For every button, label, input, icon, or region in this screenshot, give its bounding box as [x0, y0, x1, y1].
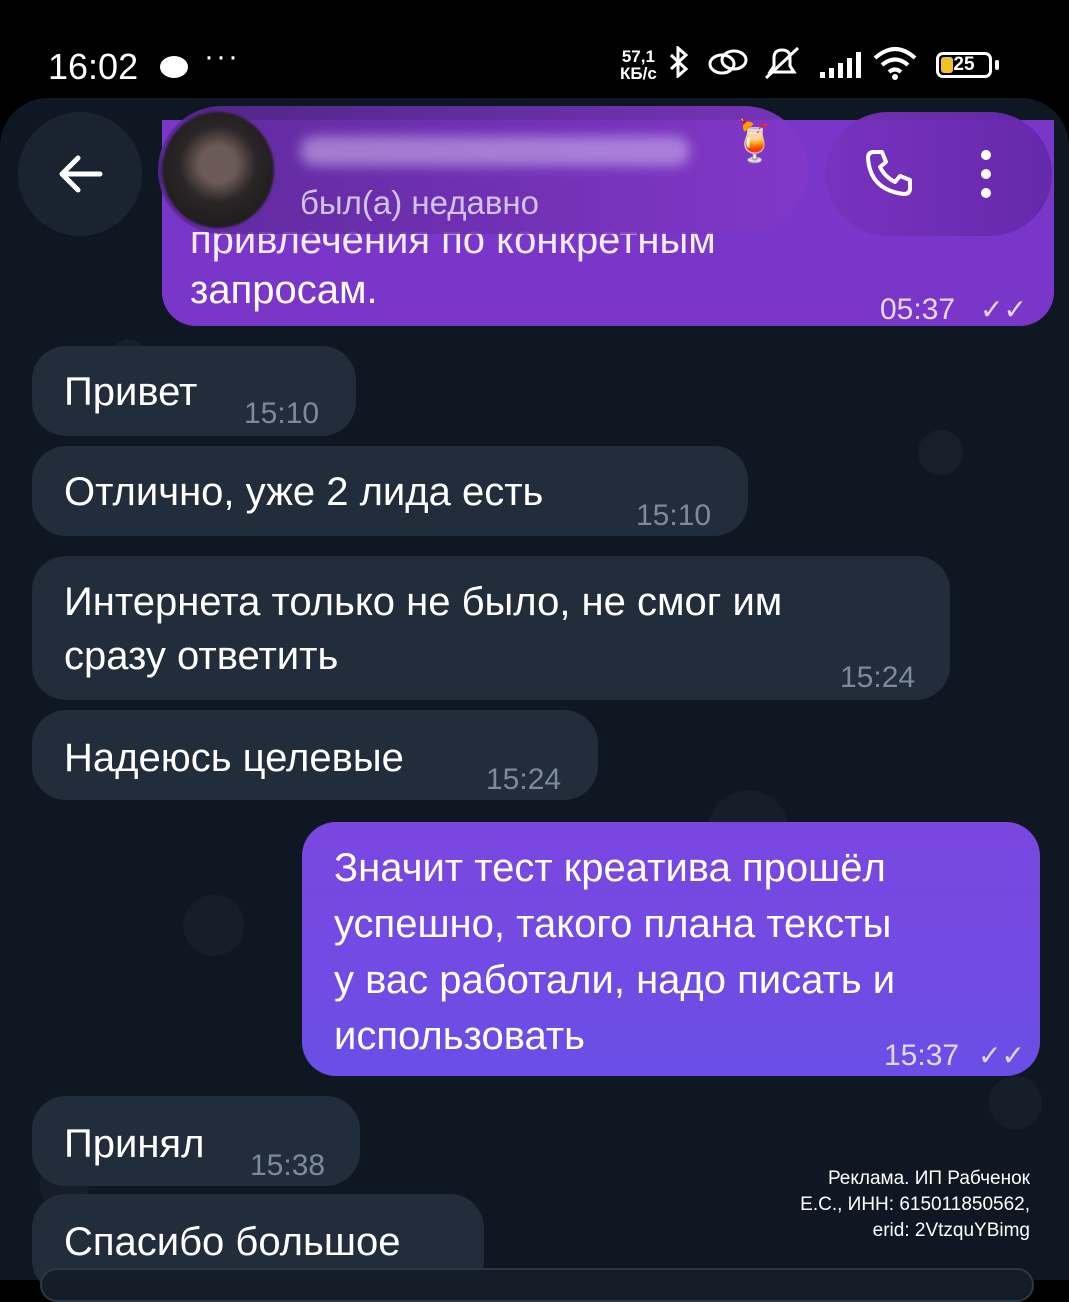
back-arrow-icon	[59, 155, 103, 193]
vertical-dots-icon	[981, 150, 991, 198]
network-speed-value: 57,1	[621, 47, 655, 66]
last-seen-status: был(а) недавно	[300, 184, 539, 221]
network-speed: 57,1 КБ/с	[620, 48, 657, 82]
more-notifications-icon: ···	[204, 40, 240, 73]
telegram-chat-screen: 16:02 ··· 57,1 КБ/с 25 привлечения по ко…	[0, 0, 1069, 1302]
message-text: Надеюсь целевые	[64, 736, 404, 780]
message-text: Принял	[64, 1122, 205, 1166]
message-text-line: Значит тест креатива прошёл	[334, 846, 886, 890]
avatar[interactable]	[162, 112, 274, 228]
chat-notification-icon	[160, 56, 188, 78]
message-text: Отлично, уже 2 лида есть	[64, 470, 544, 514]
message-bubble-outgoing[interactable]: Значит тест креатива прошёл успешно, так…	[302, 822, 1040, 1076]
header-actions	[826, 112, 1052, 236]
ad-disclaimer-line: Реклама. ИП Рабченок	[827, 1168, 1030, 1189]
message-bubble-incoming[interactable]: Надеюсь целевые 15:24	[32, 710, 598, 800]
call-button[interactable]	[862, 146, 916, 205]
battery-tip	[995, 60, 999, 70]
ad-disclaimer-line: erid: 2VtzquYBimg	[872, 1220, 1030, 1241]
message-time: 15:24	[840, 661, 916, 694]
battery-percent: 25	[953, 54, 975, 75]
battery-level	[941, 57, 953, 73]
message-text-line: Интернета только не было, не смог им	[64, 580, 783, 624]
read-check-icon: ✓✓	[978, 1040, 1025, 1071]
message-input-edge[interactable]	[40, 1268, 1034, 1302]
bluetooth-icon	[668, 44, 690, 86]
ad-disclaimer: Реклама. ИП Рабченок Е.С., ИНН: 61501185…	[780, 1166, 1030, 1244]
signal-strength-icon	[820, 52, 861, 78]
phone-icon	[866, 150, 912, 196]
message-time: 15:10	[244, 397, 320, 430]
message-text: запросам.	[190, 268, 378, 312]
read-check-icon: ✓✓	[980, 294, 1027, 325]
more-options-button[interactable]	[976, 146, 996, 207]
status-bar: 16:02 ··· 57,1 КБ/с 25	[0, 0, 1069, 98]
wifi-icon	[872, 46, 918, 88]
message-text-line: у вас работали, надо писать и	[334, 958, 896, 1002]
cocktail-emoji-icon: 🍹	[730, 120, 780, 164]
battery-icon: 25	[936, 52, 992, 78]
status-time: 16:02	[48, 46, 139, 87]
message-time: 05:37	[880, 293, 956, 326]
message-text: Спасибо большое	[64, 1220, 401, 1264]
silent-bell-icon	[762, 46, 802, 88]
message-text: Привет	[64, 370, 198, 414]
message-time: 15:10	[636, 499, 712, 532]
message-bubble-incoming[interactable]: Привет 15:10	[32, 346, 356, 436]
link-icon	[706, 46, 750, 86]
message-bubble-incoming[interactable]: Принял 15:38	[32, 1096, 360, 1186]
message-text-line: использовать	[334, 1014, 586, 1058]
contact-name-blurred	[300, 136, 690, 166]
message-text-line: успешно, такого плана тексты	[334, 902, 892, 946]
message-time: 15:37	[884, 1039, 960, 1072]
message-bubble-incoming[interactable]: Отлично, уже 2 лида есть 15:10	[32, 446, 748, 536]
message-time: 15:38	[250, 1149, 326, 1182]
message-time: 15:24	[486, 763, 562, 796]
network-speed-unit: КБ/с	[620, 64, 657, 83]
message-bubble-incoming[interactable]: Интернета только не было, не смог им сра…	[32, 556, 950, 700]
back-button[interactable]	[18, 112, 142, 236]
message-text-line: сразу ответить	[64, 634, 339, 678]
ad-disclaimer-line: Е.С., ИНН: 615011850562,	[800, 1194, 1030, 1215]
